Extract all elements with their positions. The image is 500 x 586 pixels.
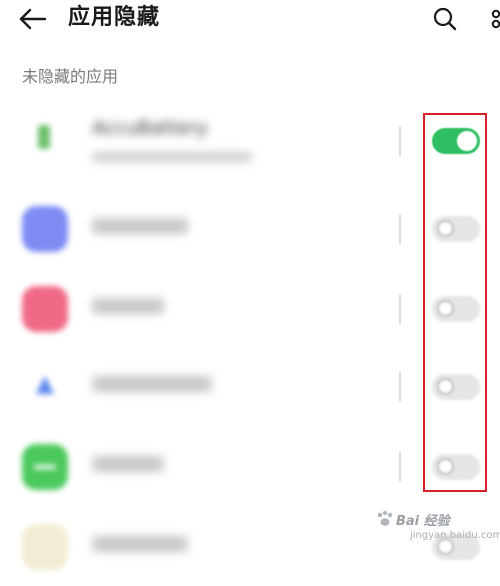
more-icon xyxy=(491,9,500,29)
app-icon xyxy=(22,444,68,490)
baidu-watermark: Bai 经验 jingyan.baidu.com xyxy=(376,508,500,556)
app-subtitle xyxy=(92,152,252,162)
app-row[interactable] xyxy=(0,188,500,268)
watermark-text: Bai 经验 xyxy=(396,514,450,529)
hide-toggle[interactable] xyxy=(432,216,480,242)
app-name xyxy=(92,218,188,234)
more-button[interactable] xyxy=(488,6,500,32)
divider xyxy=(399,294,401,324)
app-row[interactable] xyxy=(0,268,500,348)
app-icon xyxy=(24,117,64,157)
toggle-knob xyxy=(437,458,454,475)
app-name xyxy=(92,456,164,472)
app-icon xyxy=(22,206,68,252)
toggle-knob xyxy=(457,131,477,151)
app-icon xyxy=(22,524,68,570)
section-label-unhidden-apps: 未隐藏的应用 xyxy=(22,67,119,86)
page-title: 应用隐藏 xyxy=(68,5,161,30)
arrow-left-icon xyxy=(19,8,47,30)
hide-toggle[interactable] xyxy=(432,454,480,480)
app-name xyxy=(92,298,164,314)
divider xyxy=(399,214,401,244)
search-button[interactable] xyxy=(432,6,458,32)
divider xyxy=(399,372,401,402)
app-icon xyxy=(22,286,68,332)
app-name xyxy=(92,536,188,552)
paw-icon xyxy=(377,510,393,526)
toggle-knob xyxy=(437,220,454,237)
header-bar: 应用隐藏 xyxy=(0,0,500,40)
app-row[interactable]: AccuBattery xyxy=(0,100,500,180)
search-icon xyxy=(433,7,457,31)
hide-toggle[interactable] xyxy=(432,374,480,400)
back-button[interactable] xyxy=(18,6,48,32)
app-icon xyxy=(22,364,68,410)
app-row[interactable] xyxy=(0,346,500,426)
toggle-knob xyxy=(437,300,454,317)
watermark-url: jingyan.baidu.com xyxy=(410,530,500,541)
divider xyxy=(399,452,401,482)
hide-toggle[interactable] xyxy=(432,128,480,154)
app-name: AccuBattery xyxy=(92,117,208,139)
divider xyxy=(399,126,401,156)
toggle-knob xyxy=(437,378,454,395)
app-name xyxy=(92,376,212,392)
app-row[interactable] xyxy=(0,426,500,506)
hide-toggle[interactable] xyxy=(432,296,480,322)
